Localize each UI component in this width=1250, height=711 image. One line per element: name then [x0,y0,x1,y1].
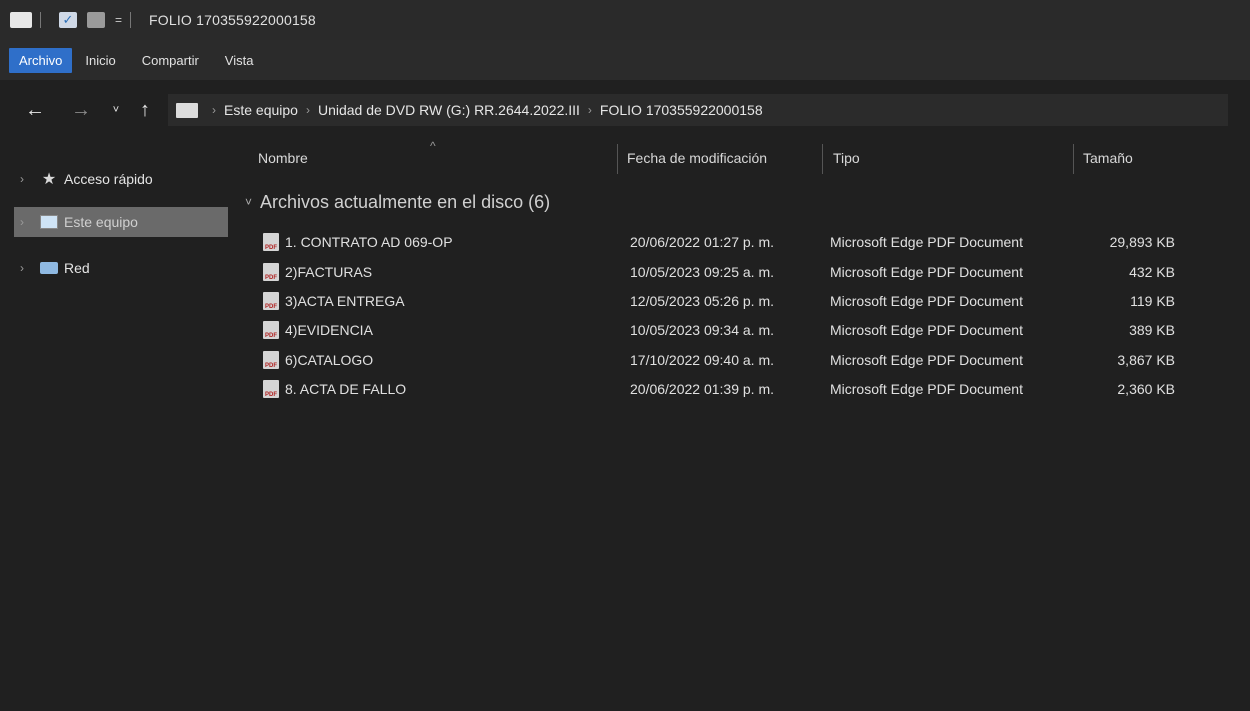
breadcrumb-dvd-drive[interactable]: Unidad de DVD RW (G:) RR.2644.2022.III [318,102,580,118]
column-divider[interactable] [1073,144,1074,174]
column-divider[interactable] [822,144,823,174]
file-row[interactable]: PDF 6)CATALOGO 17/10/2022 09:40 a. m. Mic… [255,346,1215,374]
file-name: 2)FACTURAS [285,264,373,280]
star-icon: ★ [41,171,57,188]
file-size: 2,360 KB [1117,381,1175,397]
file-date: 10/05/2023 09:25 a. m. [630,264,774,280]
chevron-right-icon[interactable]: › [14,215,30,229]
forward-button[interactable]: → [68,97,94,123]
file-size: 29,893 KB [1109,234,1175,250]
tab-archivo[interactable]: Archivo [9,47,73,73]
network-icon [40,260,58,276]
column-header-name[interactable]: Nombre [258,150,308,166]
file-row[interactable]: PDF 1. CONTRATO AD 069-OP 20/06/2022 01:2… [255,228,1215,256]
folder-icon [176,102,198,118]
file-name: 3)ACTA ENTREGA [285,293,405,309]
sidebar-item-label: Acceso rápido [64,171,153,187]
file-type: Microsoft Edge PDF Document [830,264,1023,280]
file-date: 12/05/2023 05:26 p. m. [630,293,774,309]
properties-icon[interactable]: ✓ [59,12,77,28]
pdf-file-icon: PDF [263,321,279,339]
chevron-right-icon[interactable]: › [14,172,30,186]
sidebar-item-este-equipo[interactable]: › Este equipo [14,207,228,237]
back-button[interactable]: ← [22,97,48,123]
group-header[interactable]: ˅ Archivos actualmente en el disco (6) [245,188,1225,216]
sidebar-item-acceso-rapido[interactable]: › ★ Acceso rápido [14,164,228,194]
sidebar-item-label: Red [64,260,90,276]
pdf-file-icon: PDF [263,233,279,251]
file-type: Microsoft Edge PDF Document [830,352,1023,368]
file-date: 17/10/2022 09:40 a. m. [630,352,774,368]
breadcrumb-folio-folder[interactable]: FOLIO 170355922000158 [600,102,763,118]
breadcrumb-separator-icon: › [305,103,310,117]
file-type: Microsoft Edge PDF Document [830,234,1023,250]
pdf-file-icon: PDF [263,351,279,369]
pdf-file-icon: PDF [263,263,279,281]
quick-access-dropdown-icon[interactable]: = [115,13,122,27]
file-name: 4)EVIDENCIA [285,322,373,338]
chevron-right-icon[interactable]: › [14,261,30,275]
window-title: FOLIO 170355922000158 [149,12,316,28]
navigation-pane: › ★ Acceso rápido › Este equipo › Red [0,150,232,711]
file-name: 6)CATALOGO [285,352,374,368]
file-date: 20/06/2022 01:27 p. m. [630,234,774,250]
column-header-row: Nombre ^ Fecha de modificación Tipo Tama… [245,139,1225,176]
column-header-size[interactable]: Tamaño [1083,150,1133,166]
file-type: Microsoft Edge PDF Document [830,381,1023,397]
file-row[interactable]: PDF 2)FACTURAS 10/05/2023 09:25 a. m. Mic… [255,258,1215,286]
tab-vista[interactable]: Vista [212,47,267,74]
file-list: Nombre ^ Fecha de modificación Tipo Tama… [245,139,1245,700]
column-header-type[interactable]: Tipo [833,150,860,166]
file-row[interactable]: PDF 3)ACTA ENTREGA 12/05/2023 05:26 p. m.… [255,287,1215,315]
tab-inicio[interactable]: Inicio [72,47,128,74]
file-name: 1. CONTRATO AD 069-OP [285,234,453,250]
sort-ascending-icon: ^ [430,139,436,153]
column-divider[interactable] [617,144,618,174]
breadcrumb-este-equipo[interactable]: Este equipo [224,102,298,118]
group-label: Archivos actualmente en el disco (6) [260,191,551,212]
sidebar-item-red[interactable]: › Red [14,253,228,283]
breadcrumb-separator-icon: › [212,103,216,117]
divider [40,12,41,28]
folder-icon[interactable] [10,12,32,28]
file-type: Microsoft Edge PDF Document [830,293,1023,309]
sidebar-item-label: Este equipo [64,214,138,230]
chevron-down-icon[interactable]: ˅ [245,195,252,209]
tab-compartir[interactable]: Compartir [129,47,212,74]
file-date: 20/06/2022 01:39 p. m. [630,381,774,397]
file-size: 119 KB [1130,293,1175,309]
pdf-file-icon: PDF [263,292,279,310]
file-size: 389 KB [1129,322,1175,338]
divider [130,12,132,28]
file-size: 432 KB [1129,264,1175,280]
up-button[interactable]: ↑ [132,97,158,123]
computer-icon [40,214,58,230]
pdf-file-icon: PDF [263,380,279,398]
file-type: Microsoft Edge PDF Document [830,322,1023,338]
navigation-bar: ← → ˅ ↑ › Este equipo › Unidad de DVD RW… [0,86,1250,134]
file-row[interactable]: PDF 4)EVIDENCIA 10/05/2023 09:34 a. m. Mi… [255,316,1215,344]
breadcrumb-separator-icon: › [587,103,592,117]
file-size: 3,867 KB [1117,352,1175,368]
file-explorer-window: ✓ = FOLIO 170355922000158 Archivo Inicio… [0,0,1250,711]
file-date: 10/05/2023 09:34 a. m. [630,322,774,338]
title-bar: ✓ = FOLIO 170355922000158 [0,0,1250,40]
address-bar[interactable]: › Este equipo › Unidad de DVD RW (G:) RR… [168,94,1228,126]
file-row[interactable]: PDF 8. ACTA DE FALLO 20/06/2022 01:39 p. … [255,375,1215,403]
recent-locations-icon[interactable]: ˅ [108,97,124,123]
file-name: 8. ACTA DE FALLO [285,381,407,397]
column-header-date[interactable]: Fecha de modificación [627,150,767,166]
new-folder-icon[interactable] [87,12,105,28]
ribbon-tabs: Archivo Inicio Compartir Vista [0,40,1250,80]
